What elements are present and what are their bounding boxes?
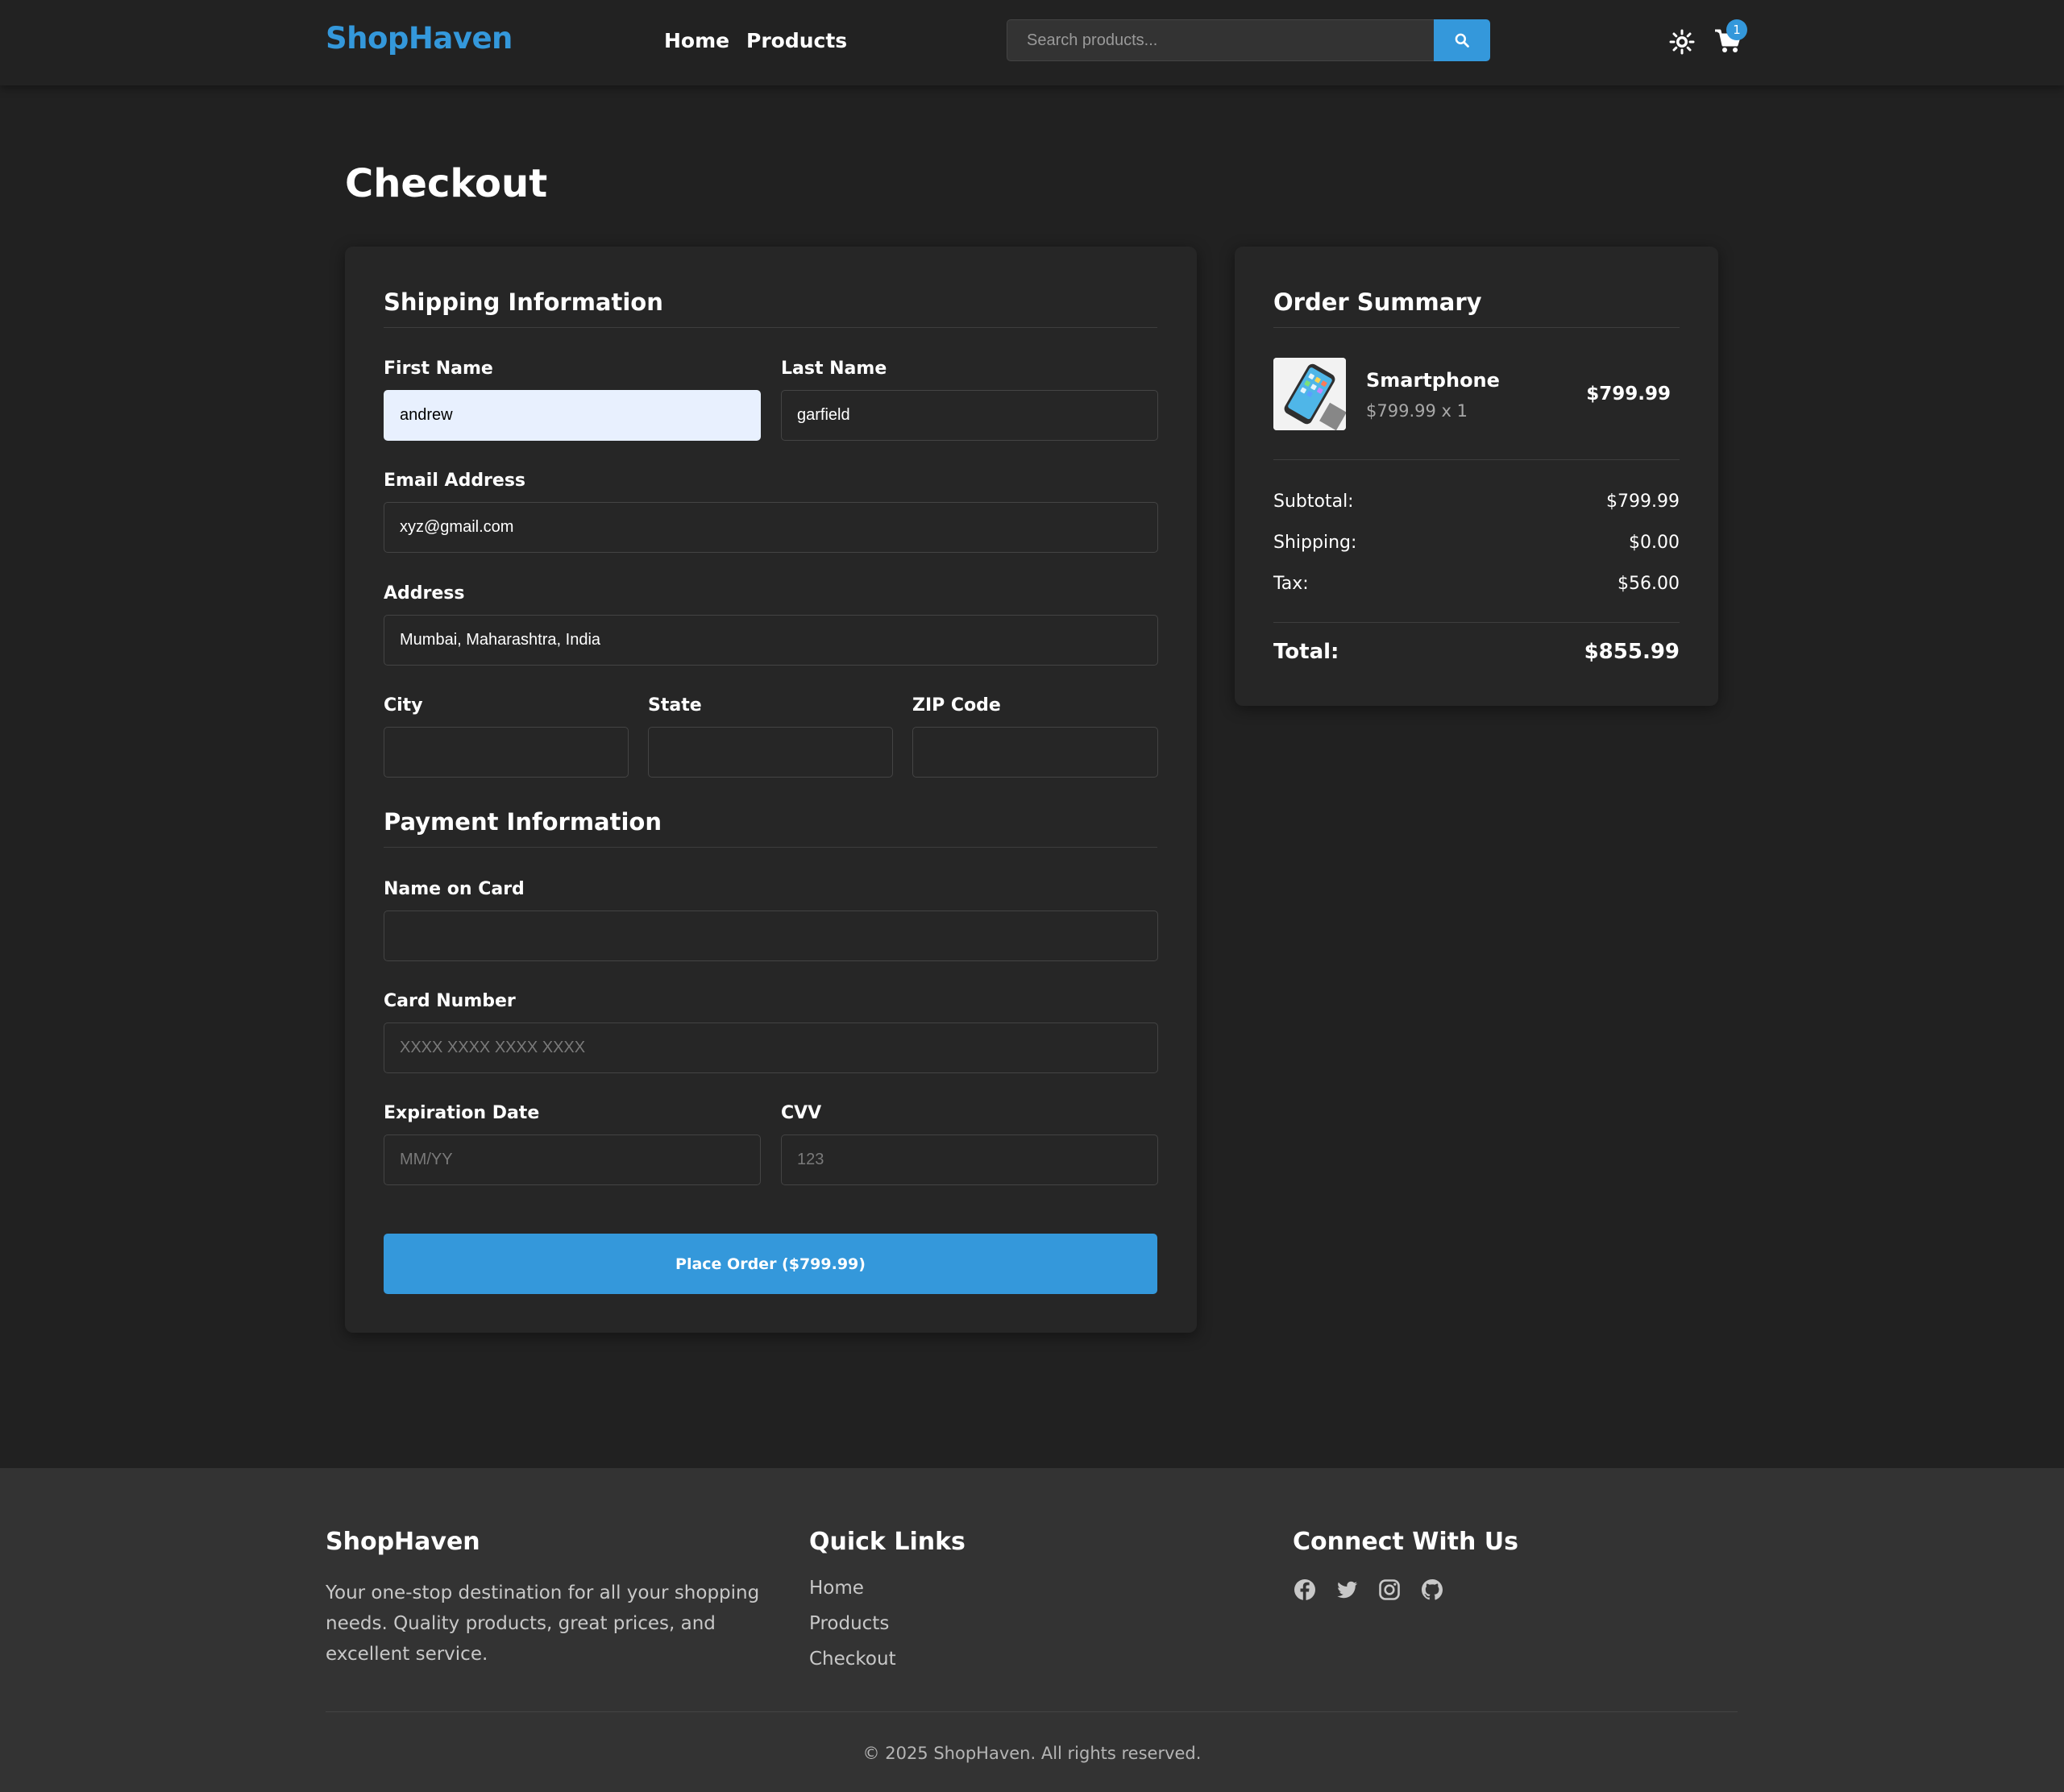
card-number-field[interactable] <box>384 1023 1158 1073</box>
name-on-card-field[interactable] <box>384 911 1158 961</box>
page-title: Checkout <box>345 161 548 206</box>
place-order-button[interactable]: Place Order ($799.99) <box>384 1234 1157 1294</box>
item-name: Smartphone <box>1366 369 1500 392</box>
order-summary-title: Order Summary <box>1273 288 1680 328</box>
last-name-label: Last Name <box>781 359 887 379</box>
first-name-label: First Name <box>384 359 493 379</box>
state-label: State <box>648 695 702 716</box>
footer-link-checkout[interactable]: Checkout <box>809 1649 896 1670</box>
theme-toggle-button[interactable] <box>1669 29 1695 55</box>
shipping-value: $0.00 <box>1629 533 1680 553</box>
name-on-card-label: Name on Card <box>384 879 525 899</box>
instagram-icon[interactable] <box>1377 1578 1402 1602</box>
cart-count-badge: 1 <box>1726 19 1747 40</box>
nav-products-link[interactable]: Products <box>746 29 847 52</box>
tax-value: $56.00 <box>1618 574 1680 594</box>
email-label: Email Address <box>384 471 526 491</box>
github-icon[interactable] <box>1420 1578 1444 1602</box>
search-button[interactable] <box>1434 19 1490 61</box>
shipping-label: Shipping: <box>1273 533 1357 553</box>
expiration-label: Expiration Date <box>384 1103 540 1123</box>
copyright-text: © 2025 ShopHaven. All rights reserved. <box>862 1744 1202 1763</box>
search-input[interactable] <box>1007 19 1434 61</box>
site-header: ShopHaven Home Products Search products.… <box>0 0 2064 85</box>
payment-section-title: Payment Information <box>384 808 1157 848</box>
tax-label: Tax: <box>1273 574 1309 594</box>
footer-link-home[interactable]: Home <box>809 1578 864 1599</box>
cvv-label: CVV <box>781 1103 822 1123</box>
item-price: $799.99 <box>1586 384 1671 404</box>
twitter-icon[interactable] <box>1335 1578 1359 1602</box>
connect-title: Connect With Us <box>1293 1528 1518 1556</box>
checkout-form: Shipping Information First Name Last Nam… <box>345 247 1197 1333</box>
shipping-section-title: Shipping Information <box>384 288 1157 328</box>
state-field[interactable] <box>648 727 893 778</box>
address-label: Address <box>384 583 465 604</box>
footer-about: Your one-stop destination for all your s… <box>326 1583 760 1665</box>
footer-divider <box>326 1711 1738 1712</box>
footer-link-products[interactable]: Products <box>809 1613 889 1634</box>
order-summary: Order Summary Smartphone $799.99 x 1 $79… <box>1235 247 1718 706</box>
city-label: City <box>384 695 423 716</box>
summary-divider <box>1273 459 1680 460</box>
subtotal-value: $799.99 <box>1606 492 1680 512</box>
total-divider <box>1273 622 1680 623</box>
address-field[interactable] <box>384 615 1158 666</box>
city-field[interactable] <box>384 727 629 778</box>
zip-field[interactable] <box>912 727 1158 778</box>
last-name-field[interactable] <box>781 390 1158 441</box>
zip-label: ZIP Code <box>912 695 1001 716</box>
subtotal-label: Subtotal: <box>1273 492 1354 512</box>
facebook-icon[interactable] <box>1293 1578 1317 1602</box>
quick-links-title: Quick Links <box>809 1528 966 1556</box>
footer-brand: ShopHaven <box>326 1528 480 1556</box>
cvv-field[interactable] <box>781 1135 1158 1185</box>
expiration-field[interactable] <box>384 1135 761 1185</box>
nav-home-link[interactable]: Home <box>664 29 729 52</box>
card-number-label: Card Number <box>384 991 516 1011</box>
search-icon <box>1455 33 1469 48</box>
brand-logo[interactable]: ShopHaven <box>326 21 513 56</box>
sun-icon <box>1669 29 1695 55</box>
first-name-field[interactable] <box>384 390 761 441</box>
total-label: Total: <box>1273 640 1339 664</box>
product-image <box>1273 358 1346 430</box>
total-value: $855.99 <box>1584 640 1680 664</box>
search-bar <box>1007 19 1490 61</box>
email-field[interactable] <box>384 502 1158 553</box>
item-quantity-detail: $799.99 x 1 <box>1366 401 1468 421</box>
